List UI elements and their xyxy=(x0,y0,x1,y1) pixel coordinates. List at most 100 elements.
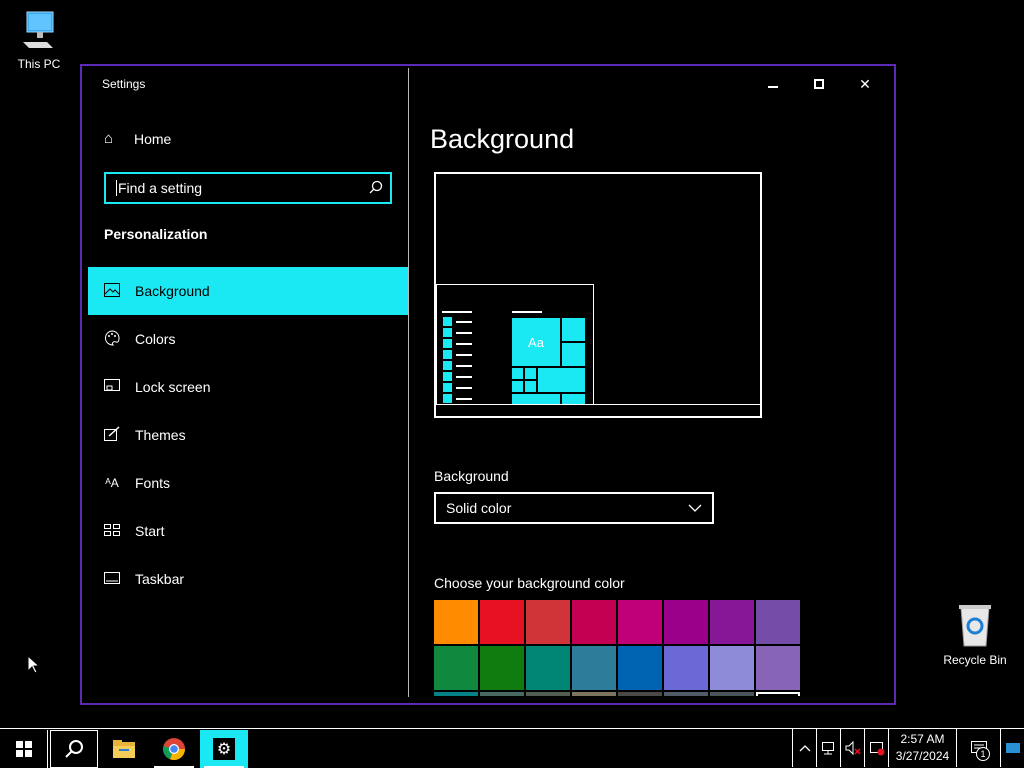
color-swatch[interactable] xyxy=(434,646,478,690)
home-link[interactable]: ⌂ Home xyxy=(104,130,171,147)
color-swatch[interactable] xyxy=(434,692,478,696)
page-title: Background xyxy=(430,124,575,154)
taskbar-clock[interactable]: 2:57 AM 3/27/2024 xyxy=(888,729,956,767)
action-center-button[interactable]: 1 xyxy=(956,729,1000,767)
chevron-up-icon xyxy=(799,745,810,752)
color-swatch[interactable] xyxy=(756,692,800,696)
nav-item-fonts[interactable]: ᴬA Fonts xyxy=(88,459,408,507)
this-pc-label: This PC xyxy=(17,57,61,71)
start-button[interactable] xyxy=(0,729,48,768)
network-button[interactable] xyxy=(816,729,840,767)
color-swatch[interactable] xyxy=(572,692,616,696)
nav-item-label: Taskbar xyxy=(135,571,185,587)
color-swatch[interactable] xyxy=(618,600,662,644)
nav-item-taskbar[interactable]: Taskbar xyxy=(88,555,408,603)
color-swatch[interactable] xyxy=(756,600,800,644)
taskbar-icon xyxy=(104,571,120,587)
minimize-button[interactable] xyxy=(750,68,796,100)
color-swatch[interactable] xyxy=(434,600,478,644)
color-swatch[interactable] xyxy=(526,646,570,690)
nav-item-label: Lock screen xyxy=(135,379,211,395)
color-swatch[interactable] xyxy=(710,692,754,696)
settings-window: Settings ⌂ Home Find a setting Personali… xyxy=(80,64,896,705)
taskbar-search-button[interactable] xyxy=(50,729,98,768)
desktop-preview: Aa xyxy=(434,172,762,418)
color-swatch[interactable] xyxy=(756,646,800,690)
color-swatch[interactable] xyxy=(480,646,524,690)
taskbar: ⚙ 2:57 AM 3/27/2024 1 xyxy=(0,728,1024,768)
taskbar-settings[interactable]: ⚙ xyxy=(200,729,248,768)
recycle-bin-desktop-icon[interactable]: Recycle Bin xyxy=(940,602,1010,667)
nav-item-themes[interactable]: Themes xyxy=(88,411,408,459)
nav-item-lock-screen[interactable]: Lock screen xyxy=(88,363,408,411)
nav-item-label: Background xyxy=(135,283,210,299)
show-hidden-icons-button[interactable] xyxy=(792,729,816,767)
window-title: Settings xyxy=(102,77,146,91)
color-swatch[interactable] xyxy=(664,692,708,696)
color-swatch[interactable] xyxy=(526,600,570,644)
running-indicator xyxy=(204,765,244,768)
windows-logo-icon xyxy=(15,740,32,757)
settings-window-body: Settings ⌂ Home Find a setting Personali… xyxy=(88,68,888,697)
color-swatch[interactable] xyxy=(710,646,754,690)
volume-button[interactable] xyxy=(840,729,864,767)
desktop-icon xyxy=(1005,743,1020,753)
color-swatch[interactable] xyxy=(572,600,616,644)
color-swatch[interactable] xyxy=(526,692,570,696)
system-tray: 2:57 AM 3/27/2024 1 xyxy=(792,729,1024,767)
nav-item-label: Themes xyxy=(135,427,186,443)
nav-item-colors[interactable]: Colors xyxy=(88,315,408,363)
gear-icon: ⚙ xyxy=(213,737,235,760)
color-swatch[interactable] xyxy=(710,600,754,644)
background-type-dropdown[interactable]: Solid color xyxy=(434,492,714,524)
search-icon xyxy=(65,739,83,758)
maximize-button[interactable] xyxy=(796,68,842,100)
search-icon[interactable] xyxy=(362,180,390,197)
home-label: Home xyxy=(134,130,172,147)
color-swatch[interactable] xyxy=(618,646,662,690)
color-swatch[interactable] xyxy=(664,600,708,644)
search-input[interactable]: Find a setting xyxy=(118,180,362,196)
color-swatch[interactable] xyxy=(572,646,616,690)
notification-count-badge: 1 xyxy=(976,747,990,761)
color-swatch[interactable] xyxy=(480,692,524,696)
color-swatch-grid xyxy=(434,600,802,696)
chevron-down-icon xyxy=(688,501,702,515)
settings-content: ✕ Background Aa Background Solid color C… xyxy=(410,68,888,697)
folder-icon xyxy=(113,739,135,758)
show-desktop-button[interactable] xyxy=(1000,729,1024,767)
volume-muted-icon xyxy=(845,741,861,755)
recycle-bin-label: Recycle Bin xyxy=(943,653,1007,667)
window-controls: ✕ xyxy=(750,68,888,100)
preview-tile: Aa xyxy=(512,318,560,366)
close-button[interactable]: ✕ xyxy=(842,68,888,100)
background-color-label: Choose your background color xyxy=(434,575,625,591)
preview-start-menu: Aa xyxy=(436,284,594,405)
color-swatch[interactable] xyxy=(618,692,662,696)
this-pc-desktop-icon[interactable]: This PC xyxy=(4,8,74,71)
security-button[interactable] xyxy=(864,729,888,767)
start-icon xyxy=(104,523,120,539)
taskbar-file-explorer[interactable] xyxy=(100,730,148,768)
settings-sidebar: Settings ⌂ Home Find a setting Personali… xyxy=(88,68,409,697)
security-alert-icon xyxy=(869,742,884,756)
preview-taskbar xyxy=(436,404,760,416)
maximize-icon xyxy=(814,79,824,89)
color-swatch[interactable] xyxy=(664,646,708,690)
clock-date: 3/27/2024 xyxy=(895,749,950,763)
section-title-personalization: Personalization xyxy=(104,226,208,242)
nav-item-background[interactable]: Background xyxy=(88,267,408,315)
fonts-icon: ᴬA xyxy=(105,476,119,490)
personalization-nav: Background Colors Lock screen Themes ᴬA … xyxy=(88,267,408,603)
palette-icon xyxy=(104,329,120,349)
close-icon: ✕ xyxy=(859,75,871,92)
find-setting-search-box[interactable]: Find a setting xyxy=(104,172,392,204)
nav-item-label: Colors xyxy=(135,331,176,347)
background-type-value: Solid color xyxy=(446,500,512,516)
color-swatch[interactable] xyxy=(480,600,524,644)
background-type-label: Background xyxy=(434,468,509,484)
computer-icon xyxy=(23,11,54,48)
nav-item-start[interactable]: Start xyxy=(88,507,408,555)
text-caret xyxy=(116,180,117,196)
taskbar-chrome[interactable] xyxy=(150,730,198,768)
